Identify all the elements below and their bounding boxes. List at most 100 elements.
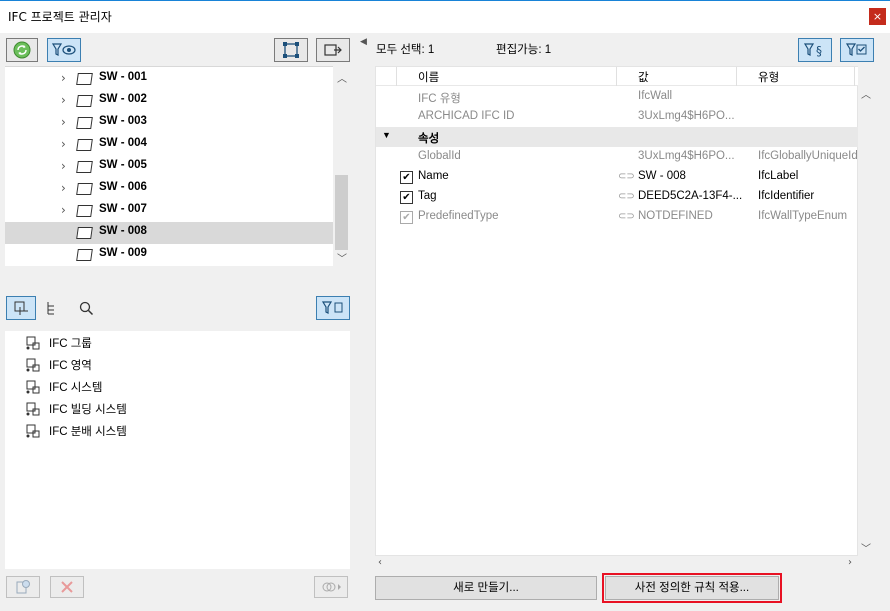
props-scroll-up-icon[interactable]: ︿ xyxy=(861,86,871,101)
delete-button[interactable] xyxy=(50,576,84,598)
properties-header: 이름 값 유형 xyxy=(376,67,859,86)
chevron-right-icon[interactable]: › xyxy=(61,115,66,129)
tree-scroll-thumb[interactable] xyxy=(335,175,348,250)
chevron-right-icon[interactable]: › xyxy=(61,93,66,107)
scroll-down-icon[interactable]: ﹀ xyxy=(337,250,347,265)
property-value[interactable]: SW - 008 xyxy=(638,170,686,182)
new-button[interactable]: 새로 만들기... xyxy=(375,576,597,600)
tree-item[interactable]: › SW - 002 xyxy=(5,90,333,112)
filter-view-button[interactable] xyxy=(47,38,81,62)
collapse-left-icon[interactable]: ◀ xyxy=(360,37,367,47)
tree-item-label: SW - 006 xyxy=(99,181,147,193)
chevron-right-icon[interactable]: › xyxy=(61,203,66,217)
classification-list[interactable]: IFC 그룹 IFC 영역 IFC 시스템 IFC 빌딩 시스템 IFC 분배 시스템 xyxy=(5,331,350,569)
classification-item[interactable]: IFC 분배 시스템 xyxy=(5,420,345,442)
chevron-right-icon[interactable]: › xyxy=(61,137,66,151)
property-checkbox[interactable]: ✔ xyxy=(400,171,413,184)
scroll-left-icon[interactable]: ‹ xyxy=(378,557,382,568)
classification-item[interactable]: IFC 그룹 xyxy=(5,332,345,354)
props-scroll-down-icon[interactable]: ﹀ xyxy=(861,540,871,555)
property-value: 3UxLmg4$H6PO... xyxy=(638,150,735,162)
header-value[interactable]: 값 xyxy=(638,69,649,85)
property-row[interactable]: ✔ ⊂⊃ Name SW - 008 IfcLabel xyxy=(376,167,859,187)
property-type: IfcIdentifier xyxy=(758,190,815,202)
classification-item[interactable]: IFC 시스템 xyxy=(5,376,345,398)
property-name: ARCHICAD IFC ID xyxy=(418,110,515,122)
property-row[interactable]: IFC 유형 IfcWall xyxy=(376,87,859,107)
apply-predefined-rules-button[interactable]: 사전 정의한 규칙 적용... xyxy=(605,576,779,600)
go-to-element-button[interactable] xyxy=(316,38,350,62)
link-icon: ⊂⊃ xyxy=(618,211,635,222)
property-type: IfcGloballyUniqueId xyxy=(758,150,858,162)
property-value[interactable]: DEED5C2A-13F4-... xyxy=(638,190,742,202)
tree-item[interactable]: › SW - 004 xyxy=(5,134,333,156)
classification-label: IFC 시스템 xyxy=(49,382,103,394)
refresh-icon xyxy=(13,41,31,59)
filter-checked-button[interactable] xyxy=(840,38,874,62)
property-name: GlobalId xyxy=(418,150,461,162)
property-name: Name xyxy=(418,170,449,182)
tree-item-label: SW - 008 xyxy=(99,225,147,237)
properties-table[interactable]: 이름 값 유형 IFC 유형 IfcWall ARCHICAD IFC ID 3UxL… xyxy=(375,66,859,556)
scroll-right-icon[interactable]: › xyxy=(848,557,852,568)
tab-type-tree[interactable] xyxy=(44,300,60,319)
search-icon xyxy=(79,301,94,316)
chevron-right-icon[interactable]: › xyxy=(61,181,66,195)
classification-label: IFC 그룹 xyxy=(49,338,92,350)
property-row[interactable]: ✔ ⊂⊃ Tag DEED5C2A-13F4-... IfcIdentifier xyxy=(376,187,859,207)
title-bar xyxy=(0,0,890,33)
header-name[interactable]: 이름 xyxy=(418,69,439,85)
property-type: IfcWallTypeEnum xyxy=(758,210,848,222)
classification-item[interactable]: IFC 빌딩 시스템 xyxy=(5,398,345,420)
wall-icon xyxy=(76,227,93,239)
tab-search[interactable] xyxy=(78,300,94,319)
wall-icon xyxy=(76,205,93,217)
filter-tree-icon xyxy=(322,301,343,314)
property-row[interactable]: ARCHICAD IFC ID 3UxLmg4$H6PO... xyxy=(376,107,859,127)
property-group-row[interactable]: ▼ 속성 xyxy=(376,127,859,147)
tree-item-label: SW - 003 xyxy=(99,115,147,127)
property-name: IFC 유형 xyxy=(418,93,461,105)
wall-icon xyxy=(76,117,93,129)
add-group-button[interactable] xyxy=(6,576,40,598)
tree-item[interactable]: › SW - 007 xyxy=(5,200,333,222)
element-select-button[interactable] xyxy=(274,38,308,62)
chevron-right-icon[interactable]: › xyxy=(61,159,66,173)
link-options-button[interactable] xyxy=(314,576,348,598)
spatial-tree[interactable]: › SW - 001 › SW - 002 › SW - 003 › SW - 004 › SW … xyxy=(5,66,350,266)
ifc-building-system-icon xyxy=(26,402,40,416)
tree-item-label: SW - 009 xyxy=(99,247,147,259)
collapse-arrow-icon[interactable]: ▼ xyxy=(382,130,391,140)
scroll-up-icon[interactable]: ︿ xyxy=(337,70,347,85)
tree-item[interactable]: › SW - 006 xyxy=(5,178,333,200)
properties-scrollbar[interactable] xyxy=(858,66,875,556)
tree-item[interactable]: › SW - 001 xyxy=(5,68,333,90)
tree-item-label: SW - 002 xyxy=(99,93,147,105)
tree-item[interactable]: SW - 009 xyxy=(5,244,333,266)
header-type[interactable]: 유형 xyxy=(758,69,779,85)
link-icon: ⊂⊃ xyxy=(618,171,635,182)
svg-text:§: § xyxy=(816,44,822,58)
tree-item[interactable]: › SW - 003 xyxy=(5,112,333,134)
filter-tree-button[interactable] xyxy=(316,296,350,320)
tree-item[interactable]: › SW - 005 xyxy=(5,156,333,178)
property-type: IfcLabel xyxy=(758,170,799,182)
chevron-right-icon[interactable]: › xyxy=(61,71,66,85)
tree-structure-icon xyxy=(47,302,54,315)
wall-icon xyxy=(76,95,93,107)
close-button[interactable]: × xyxy=(869,8,886,25)
tree-item[interactable]: SW - 008 xyxy=(5,222,333,244)
property-row[interactable]: ✔ ⊂⊃ PredefinedType NOTDEFINED IfcWallTypeEn… xyxy=(376,207,859,227)
classification-label: IFC 영역 xyxy=(49,360,92,372)
refresh-button[interactable] xyxy=(6,38,38,62)
select-element-icon xyxy=(283,42,299,58)
wall-icon xyxy=(76,139,93,151)
classification-item[interactable]: IFC 영역 xyxy=(5,354,345,376)
property-row[interactable]: GlobalId 3UxLmg4$H6PO... IfcGloballyUnique… xyxy=(376,147,859,167)
ifc-zone-icon xyxy=(26,358,40,372)
add-icon xyxy=(16,580,30,594)
property-checkbox[interactable]: ✔ xyxy=(400,191,413,204)
properties-hscrollbar[interactable] xyxy=(375,556,858,570)
tab-classification[interactable] xyxy=(6,296,36,320)
filter-properties-button[interactable]: § xyxy=(798,38,832,62)
